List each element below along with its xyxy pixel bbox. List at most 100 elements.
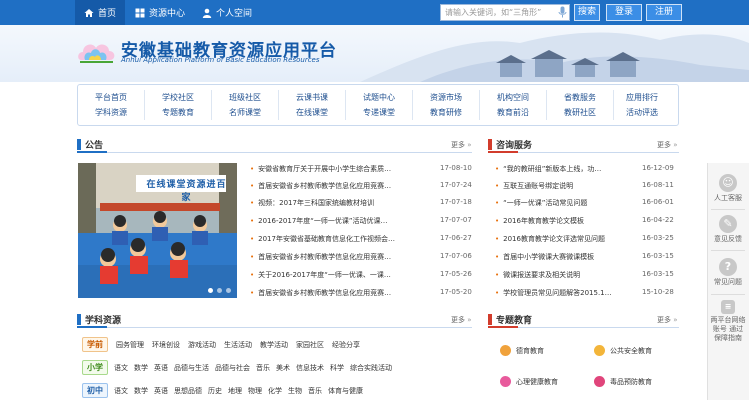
search-button[interactable]: 搜索 <box>574 4 600 21</box>
sidebar-guide[interactable]: ≡ 两平台网络账号 通过保障指南 <box>707 300 749 343</box>
subject-tag[interactable]: 学前 <box>82 337 108 352</box>
nav-teaching-community[interactable]: 教研社区 <box>551 106 609 119</box>
subject-link[interactable]: 品德与社会 <box>215 363 250 373</box>
topic-public-safety[interactable]: 公共安全教育 <box>594 345 652 356</box>
subject-link[interactable]: 综合实践活动 <box>350 363 392 373</box>
subject-link[interactable]: 体育与健康 <box>328 386 363 396</box>
subject-link[interactable]: 语文 <box>114 363 128 373</box>
nav-platform-home[interactable]: 平台首页 <box>82 91 140 104</box>
nav-home[interactable]: 首页 <box>75 0 126 25</box>
subject-tag[interactable]: 小学 <box>82 360 108 375</box>
announce-item[interactable]: • 首届安徽省乡村教师教学信息化应用竞赛… <box>250 288 391 298</box>
consult-item[interactable]: • “我的教研组”新版本上线，功… <box>495 164 601 174</box>
nav-resource-market[interactable]: 资源市场 <box>417 91 475 104</box>
sidebar-label: 两平台网络账号 通过保障指南 <box>710 316 746 342</box>
subject-link[interactable]: 科学 <box>330 363 344 373</box>
nav-delivery-class[interactable]: 专递课堂 <box>350 106 408 119</box>
subject-link[interactable]: 家园社区 <box>296 340 324 350</box>
consult-item[interactable]: • “一师一优课”活动常见问题 <box>495 198 587 208</box>
nav-education-research[interactable]: 教育研修 <box>417 106 475 119</box>
public-safety-icon <box>594 345 605 356</box>
sidebar-customer-service[interactable]: ☺ 人工客服 <box>707 174 749 203</box>
subject-link[interactable]: 物理 <box>248 386 262 396</box>
nav-special-education[interactable]: 专题教育 <box>149 106 207 119</box>
subject-link[interactable]: 游戏活动 <box>188 340 216 350</box>
announce-item[interactable]: • 2016-2017年度“一师一优课”活动优课… <box>250 216 388 226</box>
consult-date: 15-10-28 <box>642 288 674 296</box>
sidebar-feedback[interactable]: ✎ 意见反馈 <box>707 215 749 244</box>
consult-item[interactable]: • 互联互通账号绑定说明 <box>495 181 573 191</box>
subject-link[interactable]: 生活活动 <box>224 340 252 350</box>
subject-link[interactable]: 经验分享 <box>332 340 360 350</box>
consult-more-link[interactable]: 更多 » <box>657 140 678 150</box>
subject-link[interactable]: 语文 <box>114 386 128 396</box>
topics-more-link[interactable]: 更多 » <box>657 315 678 325</box>
login-button[interactable]: 登录 <box>606 4 642 21</box>
subject-link[interactable]: 英语 <box>154 363 168 373</box>
question-icon: ? <box>719 258 737 276</box>
subject-link[interactable]: 地理 <box>228 386 242 396</box>
microphone-icon[interactable] <box>558 6 567 18</box>
nav-famous-teacher[interactable]: 名师课堂 <box>216 106 274 119</box>
subject-link[interactable]: 环境创设 <box>152 340 180 350</box>
subject-link[interactable]: 生物 <box>288 386 302 396</box>
nav-provincial-service[interactable]: 省教服务 <box>551 91 609 104</box>
topic-drug-prevention[interactable]: 毒品预防教育 <box>594 376 652 387</box>
subject-link[interactable]: 音乐 <box>308 386 322 396</box>
subject-link[interactable]: 化学 <box>268 386 282 396</box>
nav-cloud-books[interactable]: 云课书课 <box>283 91 341 104</box>
consult-item[interactable]: • 首届中小学微课大赛微课模板 <box>495 252 594 262</box>
carousel-dot[interactable] <box>226 288 231 293</box>
subject-link[interactable]: 英语 <box>154 386 168 396</box>
nav-resource-center[interactable]: 资源中心 <box>135 0 185 25</box>
announce-item[interactable]: • 2017年安徽省基础教育信息化工作视频会… <box>250 234 395 244</box>
subject-link[interactable]: 品德与生活 <box>174 363 209 373</box>
subjects-title: 学科资源 <box>85 315 122 326</box>
consult-item[interactable]: • 2016教育教学论文评选常见问题 <box>495 234 605 244</box>
announce-item[interactable]: • 首届安徽省乡村教师教学信息化应用竞赛… <box>250 252 391 262</box>
consult-date: 16-06-01 <box>642 198 674 206</box>
consult-date: 16-08-11 <box>642 181 674 189</box>
topic-mental-health[interactable]: 心理健康教育 <box>500 376 558 387</box>
subject-tag[interactable]: 初中 <box>82 383 108 398</box>
nav-school-community[interactable]: 学校社区 <box>149 91 207 104</box>
subject-link[interactable]: 历史 <box>208 386 222 396</box>
subject-link[interactable]: 教学活动 <box>260 340 288 350</box>
nav-question-center[interactable]: 试题中心 <box>350 91 408 104</box>
section-marker-icon <box>77 313 81 325</box>
subject-link[interactable]: 思想品德 <box>174 386 202 396</box>
nav-personal-space[interactable]: 个人空间 <box>202 0 252 25</box>
subject-link[interactable]: 音乐 <box>256 363 270 373</box>
search-input[interactable]: 请输入关键词，如“三角形” <box>440 4 570 21</box>
announce-item[interactable]: • 视频：2017年三科国家统编教材培训 <box>250 198 374 208</box>
nav-app-ranking[interactable]: 应用排行 <box>613 91 671 104</box>
consult-item[interactable]: • 微课报送要求及相关说明 <box>495 270 580 280</box>
subject-link[interactable]: 园务管理 <box>116 340 144 350</box>
nav-activity-selection[interactable]: 活动评选 <box>613 106 671 119</box>
nav-class-community[interactable]: 班级社区 <box>216 91 274 104</box>
announce-item[interactable]: • 安徽省教育厅关于开展中小学生综合素质… <box>250 164 391 174</box>
subjects-more-link[interactable]: 更多 » <box>451 315 472 325</box>
sidebar-faq[interactable]: ? 常见问题 <box>707 258 749 287</box>
consult-item[interactable]: • 学校管理员常见问题解答2015.1… <box>495 288 612 298</box>
subject-link[interactable]: 信息技术 <box>296 363 324 373</box>
carousel-dot[interactable] <box>208 288 213 293</box>
announce-item[interactable]: • 首届安徽省乡村教师教学信息化应用竞赛… <box>250 181 391 191</box>
announce-item[interactable]: • 关于2016-2017年度“一师一优课、一课… <box>250 270 391 280</box>
nav-online-class[interactable]: 在线课堂 <box>283 106 341 119</box>
carousel-dots[interactable] <box>208 288 231 293</box>
subject-link[interactable]: 美术 <box>276 363 290 373</box>
announce-more-link[interactable]: 更多 » <box>451 140 472 150</box>
register-button[interactable]: 注册 <box>646 4 682 21</box>
nav-education-frontier[interactable]: 教育前沿 <box>484 106 542 119</box>
carousel-dot[interactable] <box>217 288 222 293</box>
section-marker-icon <box>77 138 81 150</box>
nav-institution-space[interactable]: 机构空间 <box>484 91 542 104</box>
subject-link[interactable]: 数学 <box>134 386 148 396</box>
nav-subject-resources[interactable]: 学科资源 <box>82 106 140 119</box>
topic-moral-education[interactable]: 德育教育 <box>500 345 544 356</box>
subject-link[interactable]: 数学 <box>134 363 148 373</box>
consult-date: 16-03-25 <box>642 234 674 242</box>
divider-accent <box>77 326 107 328</box>
consult-item[interactable]: • 2016年教育教学论文模板 <box>495 216 584 226</box>
